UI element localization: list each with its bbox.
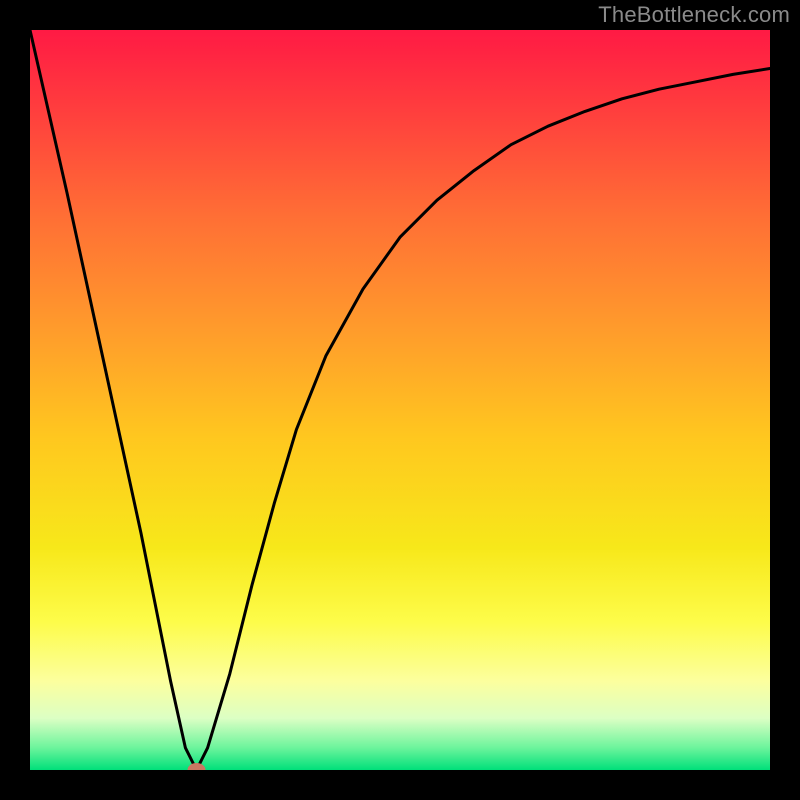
chart-svg	[30, 30, 770, 770]
watermark-text: TheBottleneck.com	[598, 2, 790, 28]
heatmap-background	[30, 30, 770, 770]
chart-frame: TheBottleneck.com	[0, 0, 800, 800]
plot-area	[30, 30, 770, 770]
